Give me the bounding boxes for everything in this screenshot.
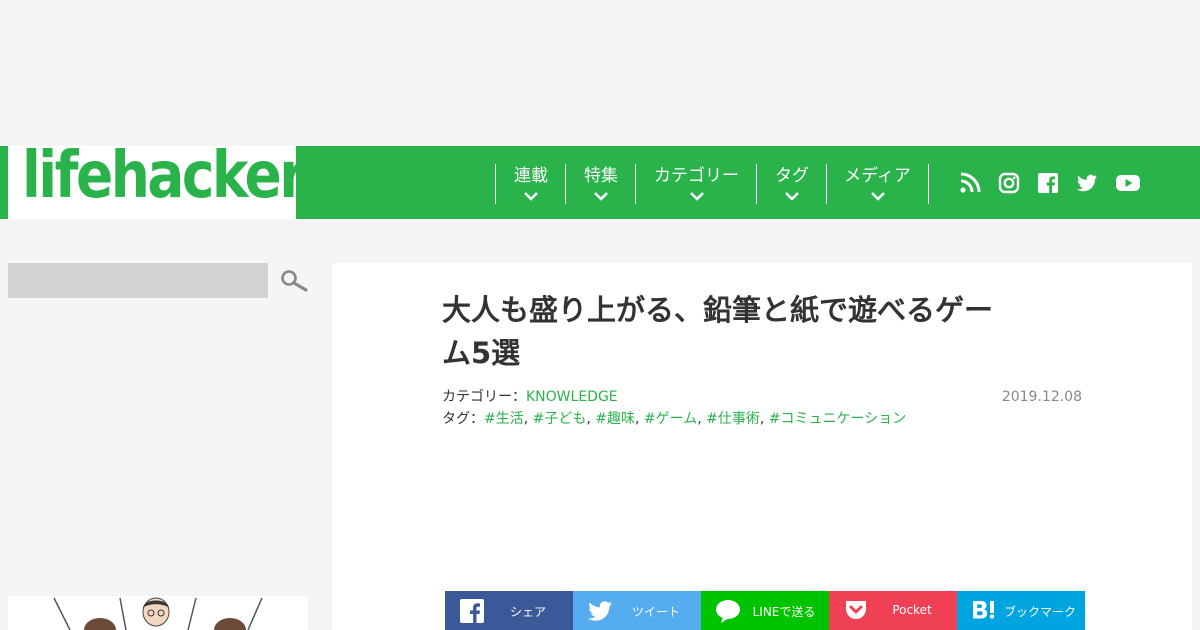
article-title: 大人も盛り上がる、鉛筆と紙で遊べるゲー ム5選 xyxy=(442,289,1072,375)
hatena-bookmark-button[interactable]: ブックマーク xyxy=(957,591,1085,630)
tag-label: タグ： xyxy=(442,411,484,427)
chevron-down-icon xyxy=(785,192,799,201)
tag-link[interactable]: #子ども xyxy=(533,411,587,427)
pocket-share-button[interactable]: Pocket xyxy=(829,591,957,630)
share-label: Pocket xyxy=(892,603,932,617)
article-card: 大人も盛り上がる、鉛筆と紙で遊べるゲー ム5選 カテゴリー：KNOWLEDGE … xyxy=(332,263,1192,630)
chevron-down-icon xyxy=(870,192,885,201)
nav-item-label: 連載 xyxy=(514,166,548,186)
facebook-share-button[interactable]: シェア xyxy=(445,591,573,630)
twitter-share-button[interactable]: ツイート xyxy=(573,591,701,630)
site-header: lifehacker 連載 特集 カテゴリー タグ メディア xyxy=(0,140,1200,219)
article-date: 2019.12.08 xyxy=(1001,389,1082,405)
nav-item-series[interactable]: 連載 xyxy=(495,164,566,204)
article-category: カテゴリー：KNOWLEDGE xyxy=(442,386,618,406)
line-icon xyxy=(716,600,740,623)
article-title-line2: ム5選 xyxy=(442,336,521,370)
rss-icon[interactable] xyxy=(959,172,981,194)
tag-separator: , xyxy=(523,411,529,427)
nav-item-label: タグ xyxy=(775,166,809,186)
tag-separator: , xyxy=(635,411,640,427)
category-label: カテゴリー： xyxy=(442,389,526,405)
tag-link[interactable]: #コミュニケーション xyxy=(769,411,906,427)
search-button[interactable] xyxy=(280,268,308,294)
nav-item-media[interactable]: メディア xyxy=(826,164,929,204)
instagram-icon[interactable] xyxy=(998,172,1020,194)
search-input[interactable] xyxy=(8,263,268,298)
line-share-button[interactable]: LINEで送る xyxy=(701,591,829,630)
main-navigation: 連載 特集 カテゴリー タグ メディア xyxy=(296,146,1200,219)
share-label: LINEで送る xyxy=(752,605,816,619)
tag-link[interactable]: #ゲーム xyxy=(644,411,697,427)
site-logo: lifehacker xyxy=(22,139,306,213)
facebook-icon[interactable] xyxy=(1037,172,1059,194)
tag-separator: , xyxy=(586,411,591,427)
share-label: ブックマーク xyxy=(1003,605,1076,619)
facebook-icon xyxy=(460,599,484,623)
hatena-bookmark-icon xyxy=(973,601,995,619)
tag-link[interactable]: #趣味 xyxy=(595,411,635,427)
article-title-line1: 大人も盛り上がる、鉛筆と紙で遊べるゲー xyxy=(442,293,994,327)
chevron-down-icon xyxy=(689,192,704,201)
tag-separator: , xyxy=(697,411,702,427)
nav-item-label: 特集 xyxy=(584,166,618,186)
illustration-image xyxy=(53,597,263,630)
pocket-icon xyxy=(846,601,866,619)
nav-item-label: カテゴリー xyxy=(654,166,739,186)
chevron-down-icon xyxy=(524,192,538,201)
tag-link[interactable]: #仕事術 xyxy=(706,411,760,427)
logo-link[interactable]: lifehacker xyxy=(0,140,306,219)
search-icon xyxy=(281,270,308,292)
share-label: シェア xyxy=(509,605,546,619)
youtube-icon[interactable] xyxy=(1115,172,1141,194)
twitter-icon[interactable] xyxy=(1076,172,1098,194)
share-bar: シェア ツイート LINEで送る Pocket ブックマーク xyxy=(445,591,1085,630)
twitter-icon xyxy=(588,601,612,621)
nav-item-features[interactable]: 特集 xyxy=(565,164,636,204)
category-link[interactable]: KNOWLEDGE xyxy=(526,389,618,405)
tag-separator: , xyxy=(759,411,765,427)
chevron-down-icon xyxy=(594,192,608,201)
tag-link[interactable]: #生活 xyxy=(484,411,524,427)
nav-item-label: メディア xyxy=(844,166,911,186)
sidebar-article-thumbnail[interactable] xyxy=(8,596,308,630)
nav-item-tags[interactable]: タグ xyxy=(756,164,827,204)
nav-item-category[interactable]: カテゴリー xyxy=(635,164,757,204)
article-tags: タグ：#生活, #子ども, #趣味, #ゲーム, #仕事術, #コミュニケーショ… xyxy=(442,408,906,428)
share-label: ツイート xyxy=(631,605,680,619)
